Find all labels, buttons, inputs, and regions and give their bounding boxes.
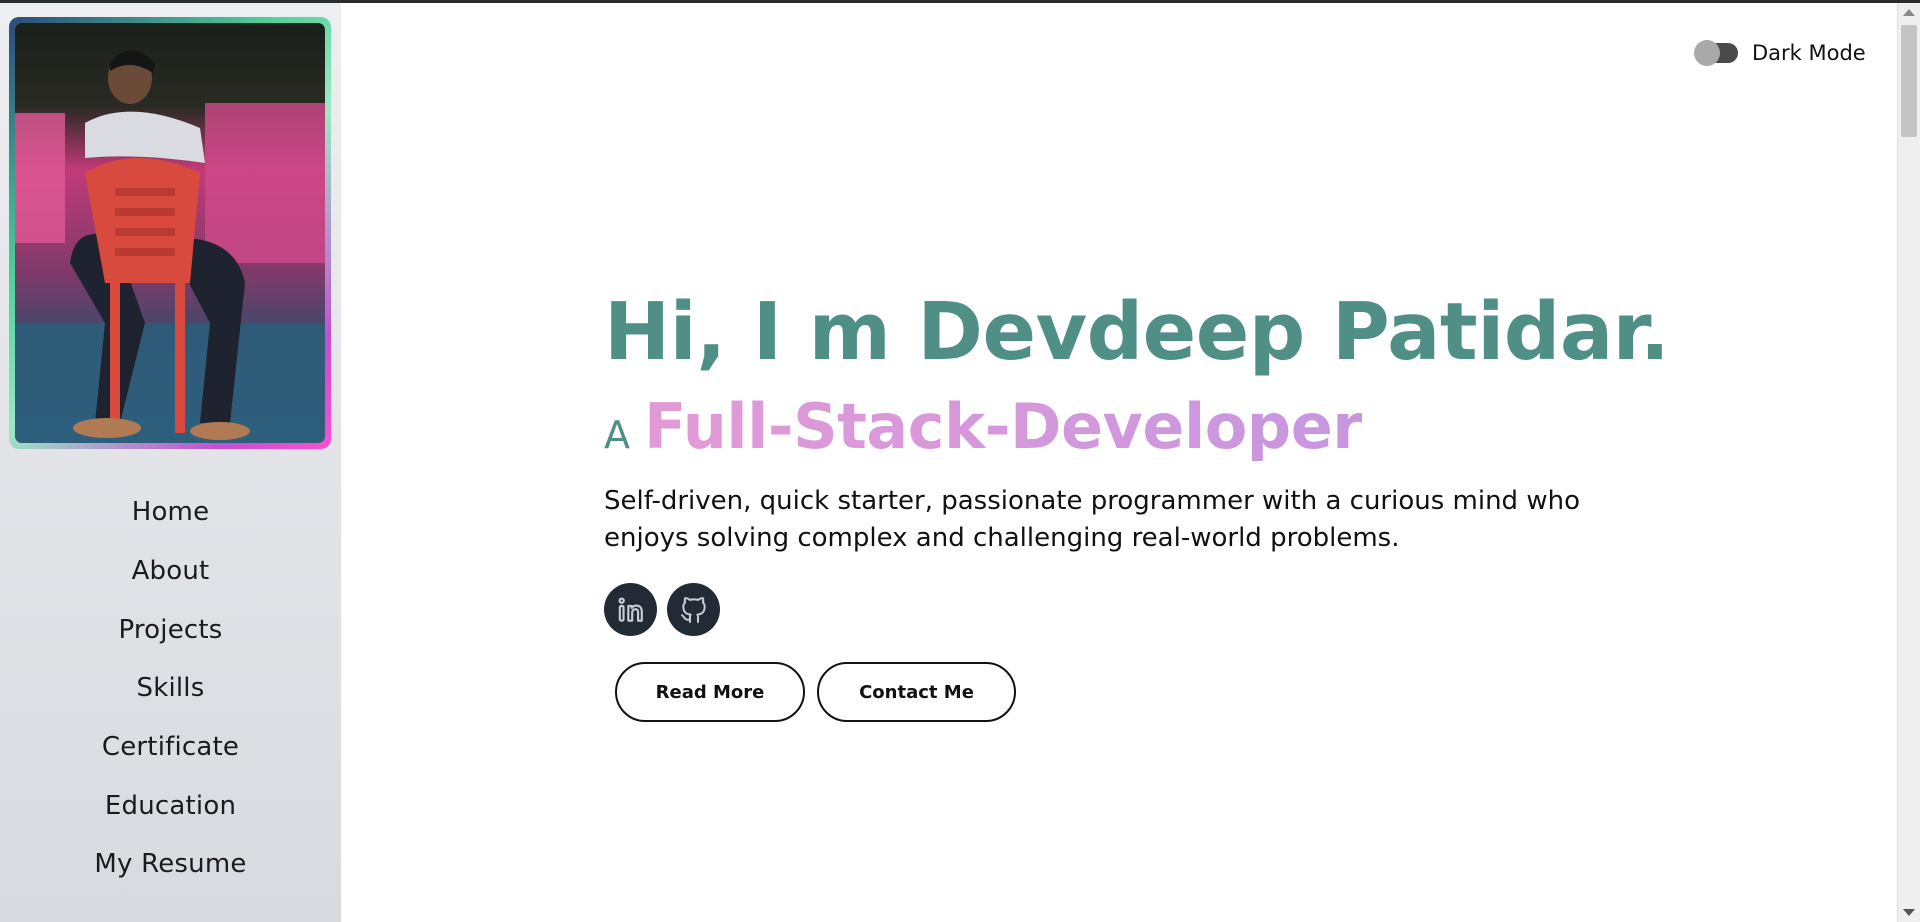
sidebar-nav: Home About Projects Skills Certificate E… <box>0 483 341 894</box>
nav-item-projects[interactable]: Projects <box>0 600 341 659</box>
nav-item-certificate[interactable]: Certificate <box>0 718 341 777</box>
profile-photo <box>15 23 325 443</box>
scroll-up-arrow-icon[interactable] <box>1903 9 1915 16</box>
nav-item-education[interactable]: Education <box>0 776 341 835</box>
hero-description: Self-driven, quick starter, passionate p… <box>604 486 1580 553</box>
read-more-button[interactable]: Read More <box>615 662 805 722</box>
hero-subtitle: A Full-Stack-Developer <box>604 390 1669 463</box>
nav-item-my-resume[interactable]: My Resume <box>0 835 341 894</box>
linkedin-icon <box>617 596 643 622</box>
switch-knob <box>1694 40 1720 66</box>
github-icon <box>680 596 706 623</box>
scroll-down-arrow-icon[interactable] <box>1903 909 1915 916</box>
main-content: Dark Mode Hi, I m Devdeep Patidar. A Ful… <box>341 3 1897 922</box>
scroll-thumb[interactable] <box>1901 25 1917 137</box>
dark-mode-switch[interactable] <box>1694 40 1738 66</box>
hero-buttons: Read More Contact Me <box>615 662 1669 722</box>
social-links <box>604 583 1669 636</box>
role-title: Full-Stack-Developer <box>644 390 1363 463</box>
nav-item-skills[interactable]: Skills <box>0 659 341 718</box>
hero-section: Hi, I m Devdeep Patidar. A Full-Stack-De… <box>604 286 1670 722</box>
nav-item-home[interactable]: Home <box>0 483 341 542</box>
github-link[interactable] <box>667 583 720 636</box>
hero-title: Hi, I m Devdeep Patidar. <box>604 286 1670 378</box>
browser-viewport: Home About Projects Skills Certificate E… <box>0 3 1920 922</box>
role-prefix: A <box>604 413 630 457</box>
vertical-scrollbar[interactable] <box>1897 3 1920 922</box>
profile-photo-frame <box>9 17 331 449</box>
dark-mode-toggle[interactable]: Dark Mode <box>1694 40 1866 66</box>
sidebar: Home About Projects Skills Certificate E… <box>0 3 341 922</box>
linkedin-link[interactable] <box>604 583 657 636</box>
nav-item-about[interactable]: About <box>0 542 341 601</box>
dark-mode-label: Dark Mode <box>1752 41 1866 65</box>
contact-me-button[interactable]: Contact Me <box>817 662 1016 722</box>
